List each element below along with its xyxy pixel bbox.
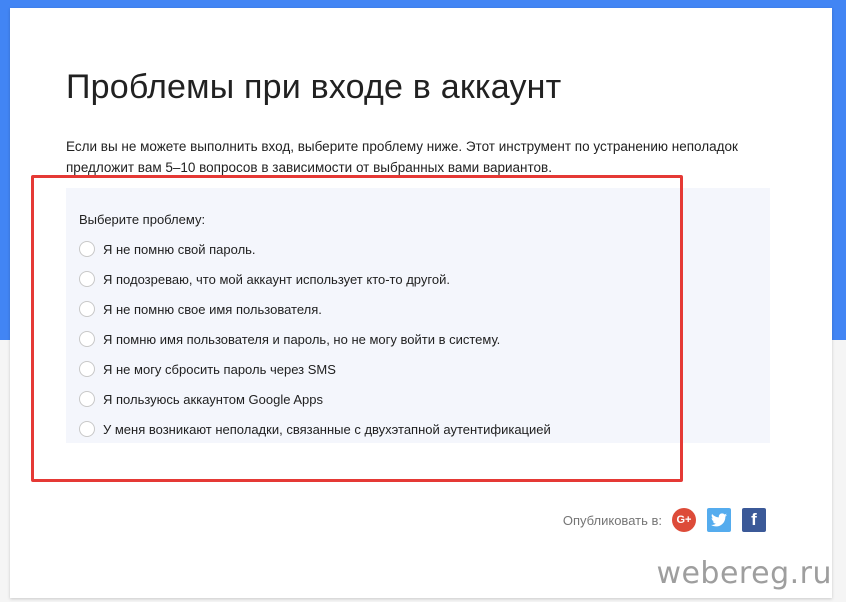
problem-option-forgot-username[interactable]: Я не помню свое имя пользователя. bbox=[79, 294, 551, 324]
page-title: Проблемы при входе в аккаунт bbox=[66, 68, 562, 106]
radio-button[interactable] bbox=[79, 241, 95, 257]
radio-button[interactable] bbox=[79, 391, 95, 407]
problem-options-panel: Выберите проблему: Я не помню свой парол… bbox=[66, 188, 770, 443]
option-label: Я не помню свое имя пользователя. bbox=[103, 301, 322, 317]
option-label: Я не помню свой пароль. bbox=[103, 241, 256, 257]
radio-button[interactable] bbox=[79, 271, 95, 287]
option-label: Я помню имя пользователя и пароль, но не… bbox=[103, 331, 501, 347]
radio-button[interactable] bbox=[79, 421, 95, 437]
option-label: Я пользуюсь аккаунтом Google Apps bbox=[103, 391, 323, 407]
facebook-icon[interactable]: f bbox=[742, 508, 766, 532]
radio-button[interactable] bbox=[79, 331, 95, 347]
twitter-icon[interactable] bbox=[707, 508, 731, 532]
google-plus-icon[interactable]: G+ bbox=[672, 508, 696, 532]
problem-radio-group: Я не помню свой пароль. Я подозреваю, чт… bbox=[79, 234, 551, 444]
option-label: Я подозреваю, что мой аккаунт использует… bbox=[103, 271, 450, 287]
share-bar: Опубликовать в: G+ f bbox=[563, 508, 766, 532]
watermark: webereg.ru bbox=[656, 556, 832, 591]
option-label: Я не могу сбросить пароль через SMS bbox=[103, 361, 336, 377]
problem-option-forgot-password[interactable]: Я не помню свой пароль. bbox=[79, 234, 551, 264]
options-label: Выберите проблему: bbox=[79, 212, 206, 227]
content-card: Проблемы при входе в аккаунт Если вы не … bbox=[10, 8, 832, 598]
problem-option-account-compromised[interactable]: Я подозреваю, что мой аккаунт использует… bbox=[79, 264, 551, 294]
problem-option-sms-reset[interactable]: Я не могу сбросить пароль через SMS bbox=[79, 354, 551, 384]
radio-button[interactable] bbox=[79, 301, 95, 317]
radio-button[interactable] bbox=[79, 361, 95, 377]
twitter-bird-icon bbox=[711, 513, 727, 527]
page-description: Если вы не можете выполнить вход, выбери… bbox=[66, 139, 738, 175]
share-label: Опубликовать в: bbox=[562, 512, 662, 528]
problem-option-two-step[interactable]: У меня возникают неполадки, связанные с … bbox=[79, 414, 551, 444]
problem-option-cannot-sign-in[interactable]: Я помню имя пользователя и пароль, но не… bbox=[79, 324, 551, 354]
problem-option-google-apps[interactable]: Я пользуюсь аккаунтом Google Apps bbox=[79, 384, 551, 414]
option-label: У меня возникают неполадки, связанные с … bbox=[103, 421, 551, 437]
